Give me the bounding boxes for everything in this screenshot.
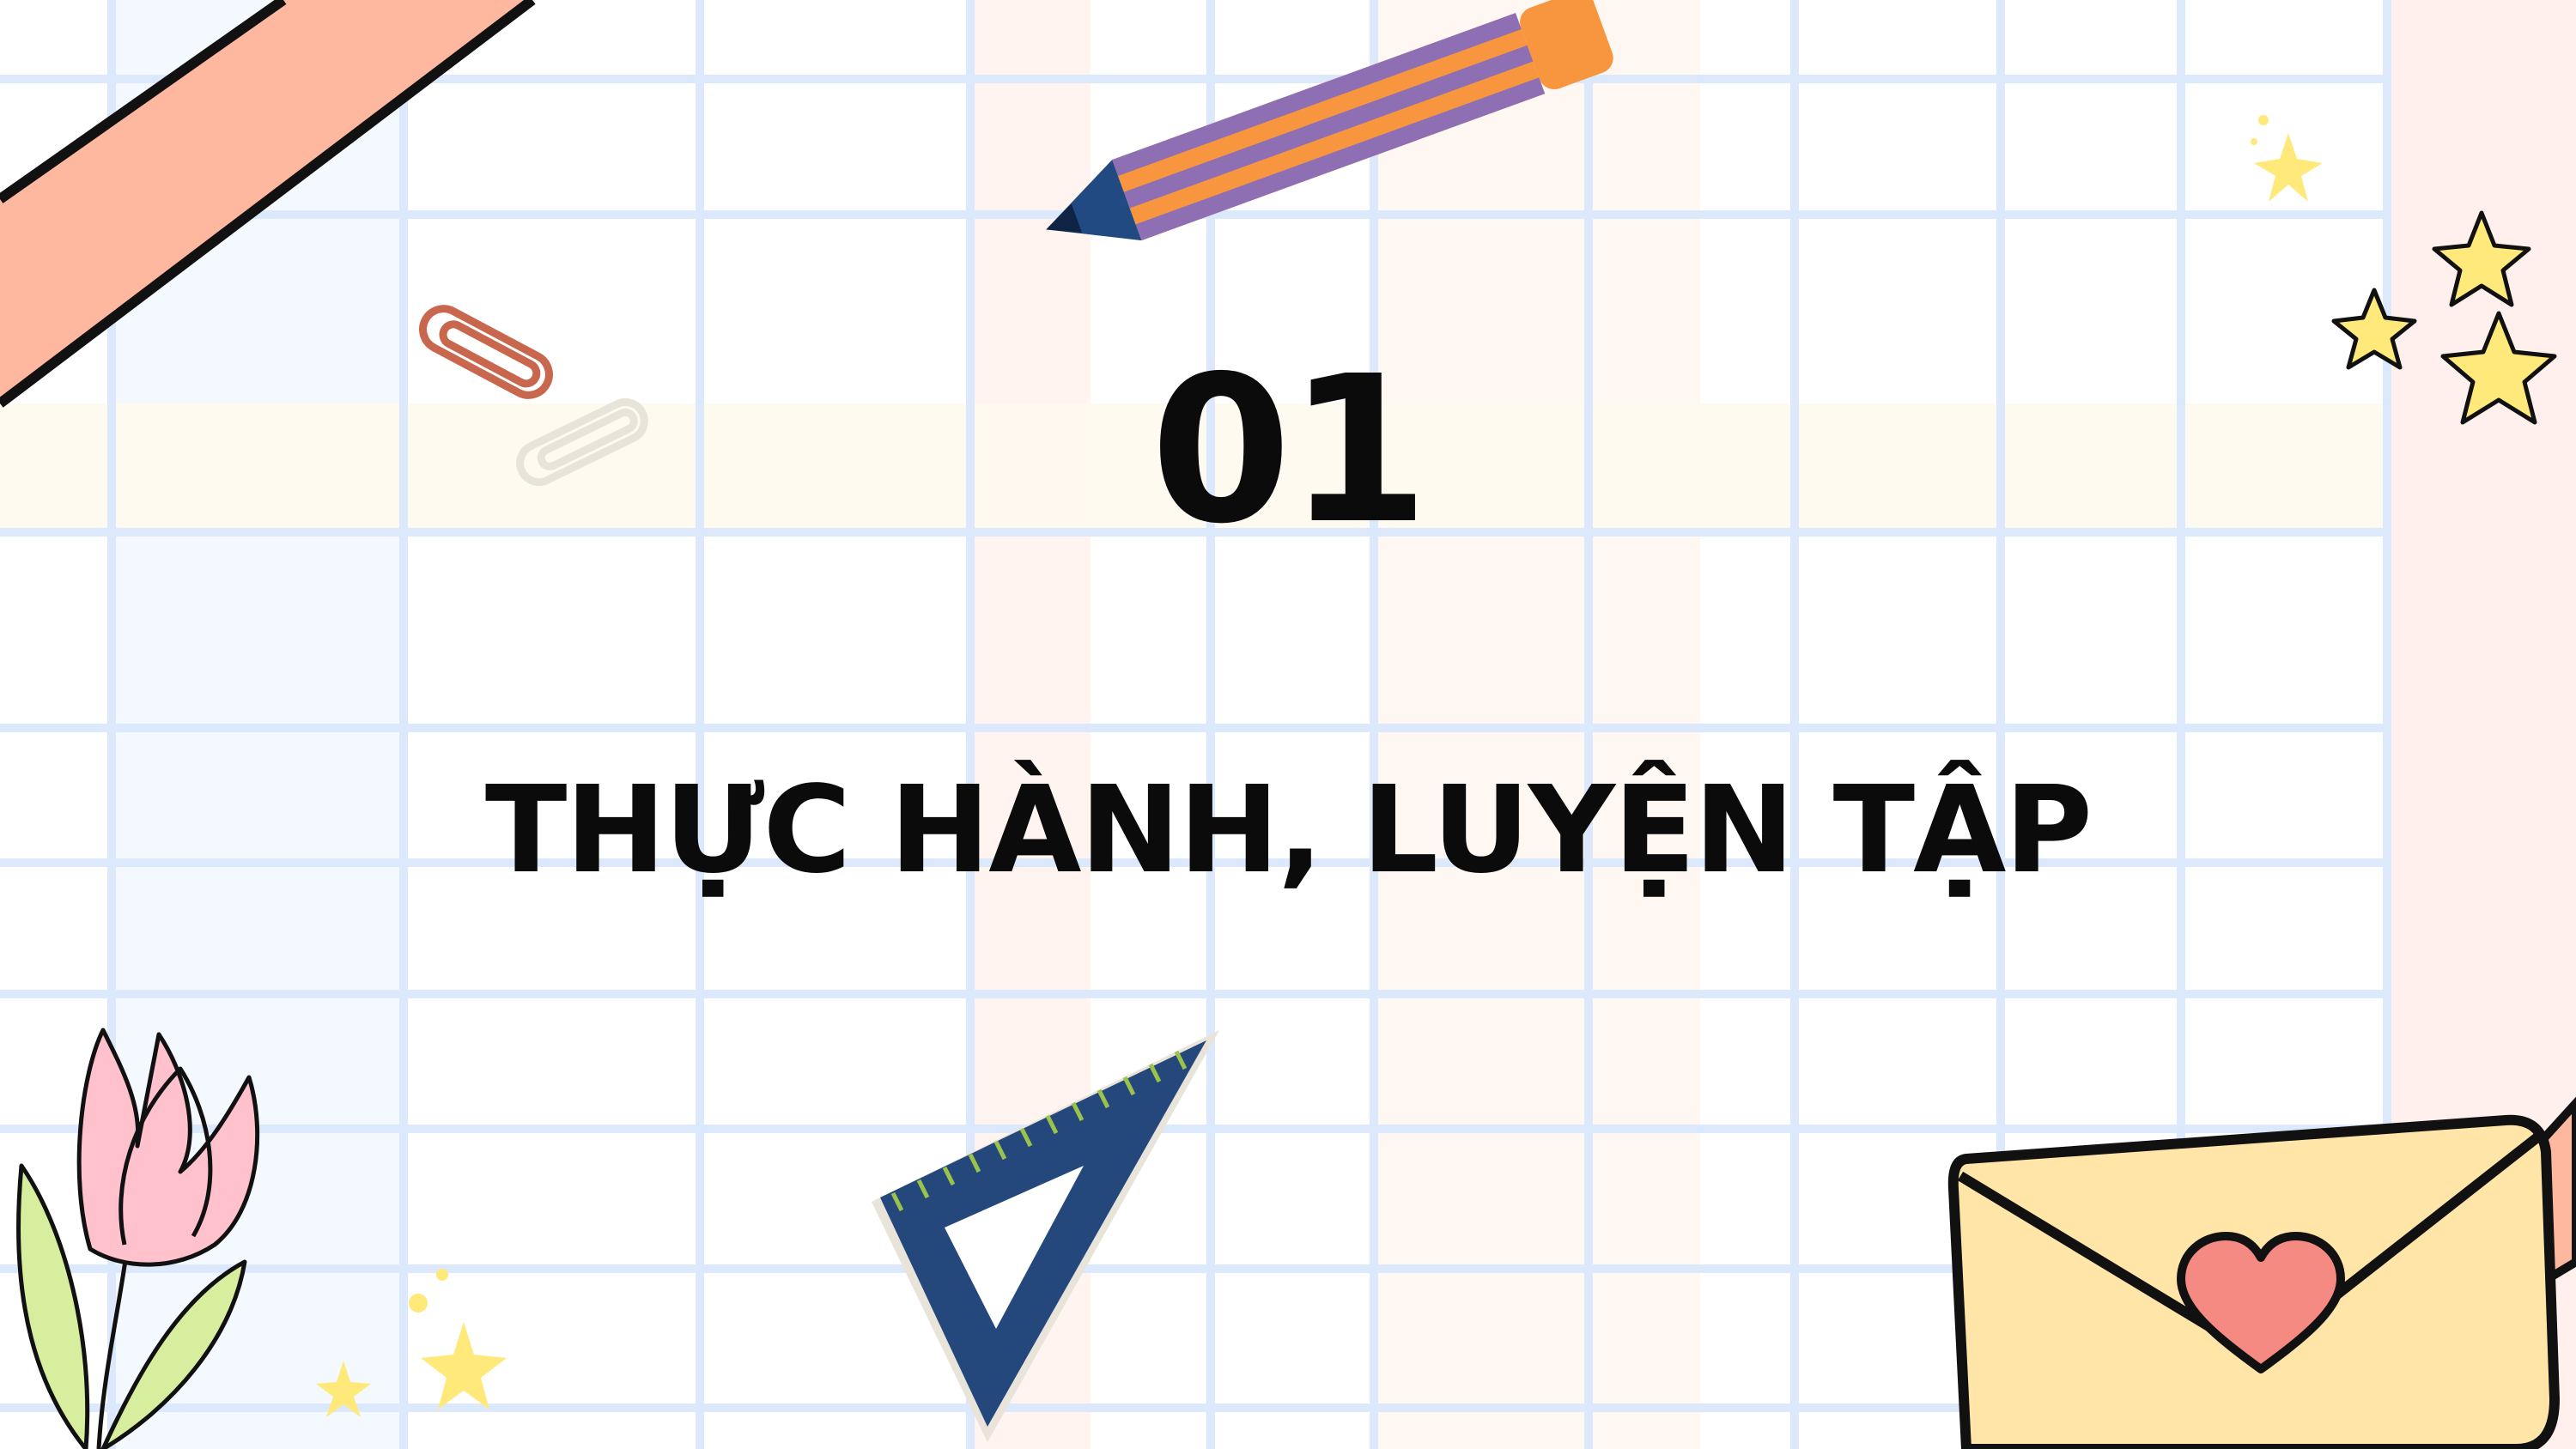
sparkle-stars-icon bbox=[316, 1269, 507, 1417]
envelope-heart-icon bbox=[1947, 1096, 2576, 1449]
section-title: THỰC HÀNH, LUYỆN TẬP bbox=[484, 761, 2093, 900]
pencil-icon bbox=[1046, 0, 1613, 241]
decorations-layer bbox=[0, 0, 2576, 1449]
section-number: 01 bbox=[1150, 332, 1429, 568]
triangle-ruler-icon bbox=[872, 1030, 1219, 1442]
slide-canvas: 01 THỰC HÀNH, LUYỆN TẬP bbox=[0, 0, 2576, 1449]
tulip-flower-icon bbox=[16, 1028, 260, 1449]
